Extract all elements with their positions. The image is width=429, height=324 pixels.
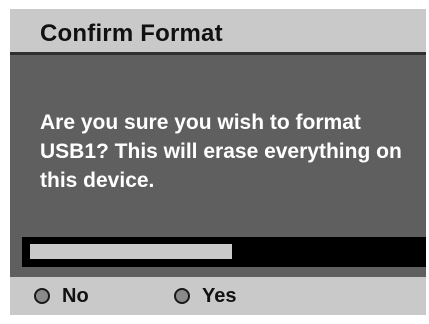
yes-button[interactable]: Yes (174, 284, 237, 307)
yes-button-label: Yes (202, 284, 237, 307)
no-button[interactable]: No (34, 284, 89, 307)
progress-bar (22, 237, 426, 267)
dialog-button-bar: No Yes (10, 277, 426, 315)
confirm-format-dialog: Confirm Format Are you sure you wish to … (10, 9, 426, 315)
dialog-message: Are you sure you wish to format USB1? Th… (40, 111, 402, 192)
dialog-title-bar: Confirm Format (10, 9, 426, 55)
dialog-title: Confirm Format (40, 20, 223, 47)
radio-circle-icon (34, 288, 50, 304)
no-button-label: No (62, 284, 89, 307)
progress-fill (30, 244, 232, 259)
radio-circle-icon (174, 288, 190, 304)
